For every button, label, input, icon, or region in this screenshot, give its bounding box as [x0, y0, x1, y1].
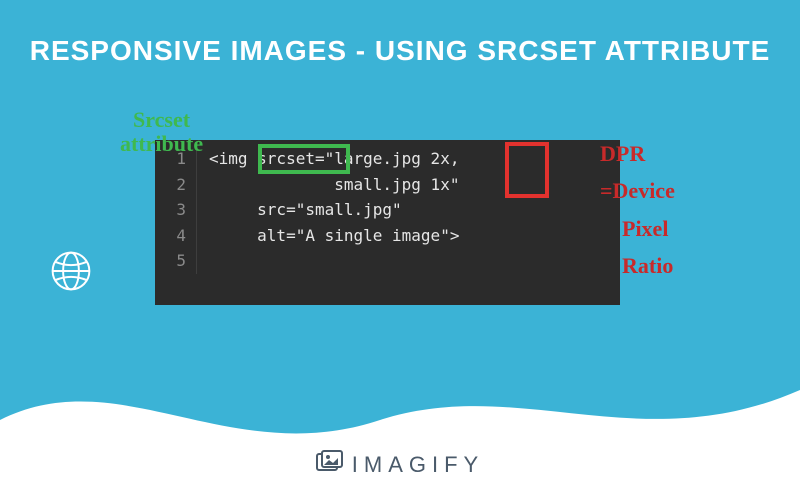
globe-icon [50, 250, 92, 297]
highlight-box-dpr [505, 142, 549, 198]
highlight-box-srcset [258, 144, 350, 174]
annotation-text: Srcset [120, 108, 203, 132]
line-number: 2 [155, 172, 197, 198]
annotation-text: =Device [600, 172, 675, 209]
header: RESPONSIVE IMAGES - USING SRCSET ATTRIBU… [0, 0, 800, 87]
brand-name: IMAGIFY [352, 452, 484, 478]
brand-logo: IMAGIFY [0, 450, 800, 480]
line-number: 5 [155, 248, 197, 274]
code-text [197, 248, 209, 274]
code-line-1: 1 <img srcset="large.jpg 2x, [155, 146, 620, 172]
images-icon [316, 450, 344, 480]
annotation-text: Pixel [600, 210, 675, 247]
annotation-text: DPR [600, 135, 675, 172]
annotation-text: attribute [120, 132, 203, 156]
code-line-2: 2 small.jpg 1x" [155, 172, 620, 198]
code-text: small.jpg 1x" [197, 172, 459, 198]
code-line-4: 4 alt="A single image"> [155, 223, 620, 249]
annotation-text: Ratio [600, 247, 675, 284]
code-line-3: 3 src="small.jpg" [155, 197, 620, 223]
code-text: alt="A single image"> [197, 223, 459, 249]
code-line-5: 5 [155, 248, 620, 274]
line-number: 4 [155, 223, 197, 249]
page-title: RESPONSIVE IMAGES - USING SRCSET ATTRIBU… [20, 35, 780, 67]
code-editor: 1 <img srcset="large.jpg 2x, 2 small.jpg… [155, 140, 620, 305]
code-text: src="small.jpg" [197, 197, 402, 223]
line-number: 3 [155, 197, 197, 223]
annotation-dpr: DPR =Device Pixel Ratio [600, 135, 675, 285]
annotation-srcset: Srcset attribute [120, 108, 203, 156]
